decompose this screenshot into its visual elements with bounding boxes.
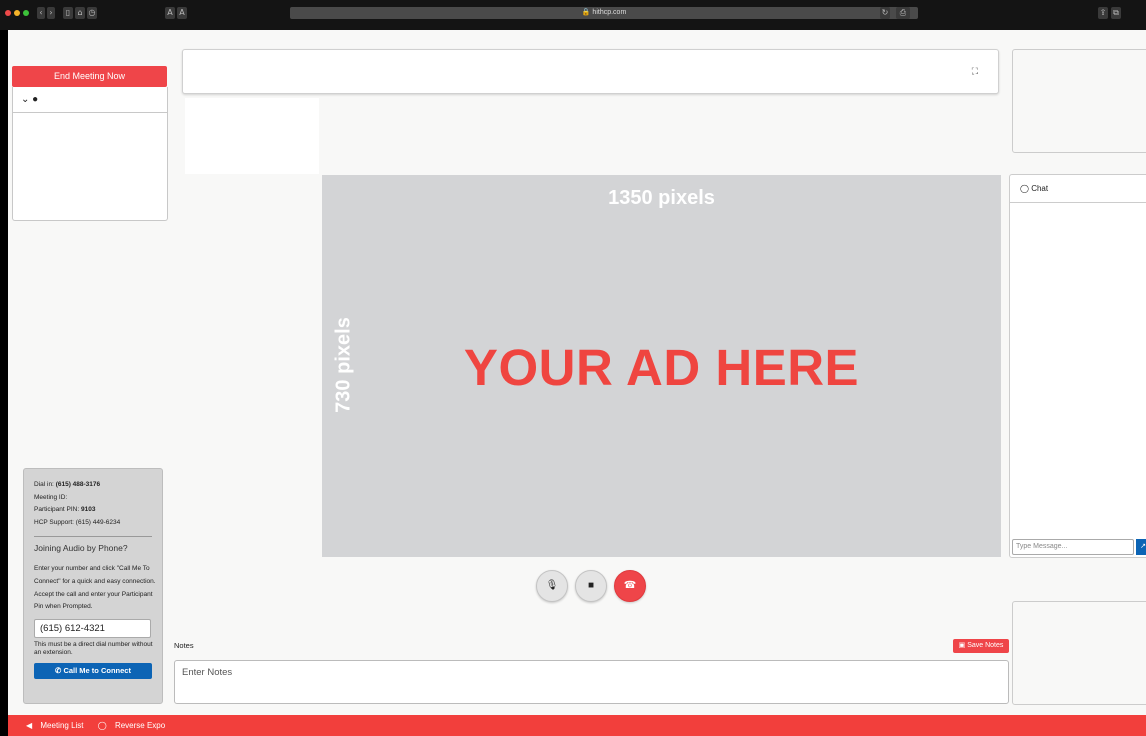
camera-button[interactable]: ■ bbox=[575, 570, 607, 602]
window-close-button[interactable] bbox=[5, 10, 11, 16]
footer-bar: ◀ Meeting List ◯ Reverse Expo bbox=[8, 715, 1146, 736]
pin-value: 9103 bbox=[80, 506, 96, 514]
user-icon: ● bbox=[32, 94, 39, 105]
meeting-list-link[interactable]: ◀ Meeting List bbox=[26, 721, 90, 730]
right-video-tile-top bbox=[1012, 49, 1146, 153]
reverse-expo-label: Reverse Expo bbox=[114, 721, 166, 730]
window-minimize-button[interactable] bbox=[14, 10, 20, 16]
back-icon[interactable]: ‹ bbox=[37, 7, 45, 19]
window-maximize-button[interactable] bbox=[23, 10, 29, 16]
chat-title: Chat bbox=[1031, 184, 1049, 193]
right-video-tile-bottom bbox=[1012, 601, 1146, 705]
chat-panel: ◯ Chat Type Message... ↗ bbox=[1009, 174, 1146, 558]
support-label: HCP Support: bbox=[34, 518, 74, 526]
dial-in-number: (615) 488-3176 bbox=[55, 481, 101, 488]
text-larger-button[interactable]: A bbox=[177, 7, 187, 19]
support-row: HCP Support: (615) 449-6234 bbox=[34, 517, 162, 530]
ad-main-text: YOUR AD HERE bbox=[463, 339, 860, 396]
end-meeting-button[interactable]: End Meeting Now bbox=[12, 66, 167, 87]
home-icon[interactable]: ⌂ bbox=[75, 7, 85, 19]
chevron-down-icon[interactable]: ⌄ bbox=[21, 94, 29, 105]
fullscreen-icon[interactable]: ⛶ bbox=[972, 66, 978, 77]
browser-toolbar: ‹ › ▯ ⌂ ◷ A A 🔒 hithcp.com ↻ ⎙ ⇪ ⧉ bbox=[0, 0, 1146, 30]
send-icon: ↗ bbox=[1140, 543, 1146, 550]
audio-by-phone-heading: Joining Audio by Phone? bbox=[34, 543, 128, 554]
text-smaller-button[interactable]: A bbox=[165, 7, 175, 19]
call-me-to-connect-button[interactable]: ✆ Call Me to Connect bbox=[34, 663, 152, 680]
save-notes-button[interactable]: ▣ Save Notes bbox=[953, 639, 1009, 653]
chat-header: ◯ Chat bbox=[1010, 175, 1146, 203]
meeting-app: End Meeting Now ⌄ ● Dial in: (615) 488-3… bbox=[8, 30, 1146, 736]
address-bar-url: hithcp.com bbox=[592, 9, 627, 16]
ad-width-label: 1350 pixels bbox=[608, 187, 715, 209]
meeting-list-label: Meeting List bbox=[40, 721, 84, 730]
sidebar-icon[interactable]: ▯ bbox=[63, 7, 73, 19]
meeting-id-label: Meeting ID: bbox=[34, 493, 68, 501]
pin-row: Participant PIN: 9103 bbox=[34, 504, 162, 517]
hang-up-icon: ☎ bbox=[623, 580, 637, 591]
hang-up-button[interactable]: ☎ bbox=[614, 570, 646, 602]
lock-icon: 🔒 bbox=[581, 9, 591, 16]
dial-in-panel: Dial in: (615) 488-3176 Meeting ID: Part… bbox=[23, 468, 163, 704]
audio-by-phone-description: Enter your number and click "Call Me To … bbox=[34, 565, 156, 611]
dial-in-row: Dial in: (615) 488-3176 bbox=[34, 479, 162, 492]
save-notes-label: Save Notes bbox=[967, 642, 1004, 649]
phone-number-input[interactable]: (615) 612-4321 bbox=[34, 619, 151, 639]
circle-icon: ◯ bbox=[97, 721, 107, 730]
call-button-label: Call Me to Connect bbox=[63, 666, 131, 676]
ad-placeholder: 1350 pixels 730 pixels YOUR AD HERE bbox=[322, 175, 1001, 557]
chat-send-button[interactable]: ↗ bbox=[1136, 539, 1146, 555]
phone-icon: ✆ bbox=[55, 666, 62, 676]
notes-textarea[interactable]: Enter Notes bbox=[174, 660, 1009, 704]
participants-header[interactable]: ⌄ ● bbox=[13, 87, 167, 113]
pin-label: Participant PIN: bbox=[34, 506, 80, 514]
chat-bubble-icon: ◯ bbox=[1020, 184, 1029, 193]
address-bar[interactable]: 🔒 hithcp.com bbox=[290, 7, 918, 19]
arrow-left-circle-icon: ◀ bbox=[26, 721, 33, 730]
forward-icon[interactable]: › bbox=[47, 7, 55, 19]
dial-in-label: Dial in: bbox=[34, 481, 54, 488]
microphone-icon: 🎙 bbox=[545, 580, 559, 591]
print-icon[interactable]: ⎙ bbox=[896, 7, 910, 19]
share-icon[interactable]: ⇪ bbox=[1098, 7, 1108, 19]
video-camera-icon: ■ bbox=[587, 580, 595, 591]
reverse-expo-link[interactable]: ◯ Reverse Expo bbox=[98, 721, 171, 730]
reload-icon[interactable]: ↻ bbox=[880, 7, 890, 19]
save-icon: ▣ bbox=[958, 642, 966, 649]
support-number: (615) 449-6234 bbox=[75, 518, 121, 526]
chat-message-input[interactable]: Type Message... bbox=[1012, 539, 1134, 555]
video-top-bar: ⛶ bbox=[182, 49, 999, 94]
participants-panel: ⌄ ● bbox=[12, 87, 168, 221]
tabs-icon[interactable]: ⧉ bbox=[1111, 7, 1121, 19]
phone-number-note: This must be a direct dial number withou… bbox=[34, 641, 153, 657]
notes-label: Notes bbox=[174, 641, 194, 650]
history-icon[interactable]: ◷ bbox=[87, 7, 97, 19]
self-video-tile bbox=[185, 98, 319, 174]
divider bbox=[34, 536, 152, 538]
mute-button[interactable]: 🎙 bbox=[536, 570, 568, 602]
